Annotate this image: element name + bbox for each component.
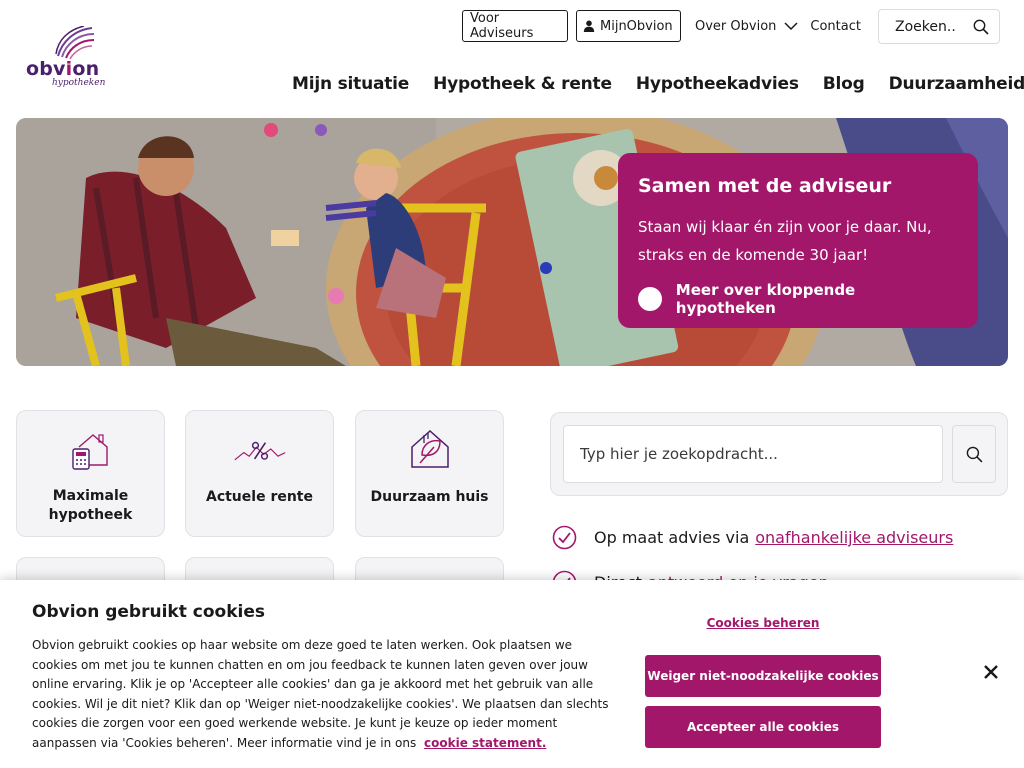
search-icon — [966, 446, 982, 462]
arrow-right-icon — [620, 155, 662, 311]
advisers-button[interactable]: Voor Adviseurs — [462, 10, 568, 42]
hero-title: Samen met de adviseur — [638, 175, 892, 197]
nav-blog[interactable]: Blog — [823, 74, 865, 94]
user-icon — [583, 20, 595, 32]
nav-duurzaamheid[interactable]: Duurzaamheid — [889, 74, 1024, 94]
obvion-logo[interactable]: obvion hypotheken — [26, 26, 116, 88]
house-calculator-icon — [71, 434, 108, 470]
cookie-title: Obvion gebruikt cookies — [32, 602, 265, 622]
sustainable-house-icon — [410, 429, 449, 468]
close-icon[interactable] — [983, 664, 999, 680]
site-search-block — [550, 412, 1008, 496]
logo-swirl-icon — [55, 26, 95, 60]
nav-hypotheekadvies[interactable]: Hypotheekadvies — [636, 74, 799, 94]
cookie-statement-link[interactable]: cookie statement. — [424, 736, 546, 750]
contact-link[interactable]: Contact — [810, 19, 861, 34]
cookies-manage-link[interactable]: Cookies beheren — [645, 616, 881, 630]
nav-mijn-situatie[interactable]: Mijn situatie — [292, 74, 409, 94]
site-search-input[interactable] — [563, 425, 943, 483]
cookie-text: Obvion gebruikt cookies op haar website … — [32, 638, 609, 750]
tile-label: Maximale hypotheek — [48, 488, 133, 523]
percent-chart-icon — [233, 441, 285, 461]
hero-card: Samen met de adviseur Staan wij klaar én… — [618, 153, 978, 328]
tile-duurzaam-huis[interactable]: Duurzaam huis — [355, 410, 504, 537]
cookie-text-block: Obvion gebruikt cookies op haar website … — [32, 636, 617, 753]
header-search[interactable]: Zoeken.. — [878, 9, 1000, 44]
tile-maximale-hypotheek[interactable]: Maximale hypotheek — [16, 410, 165, 537]
logo-subtitle: hypotheken — [52, 78, 106, 88]
check-circle-icon — [552, 525, 577, 550]
mijnobvion-label: MijnObvion — [600, 18, 673, 34]
reject-cookies-button[interactable]: Weiger niet-noodzakelijke cookies — [645, 655, 881, 697]
tile-actuele-rente[interactable]: Actuele rente — [185, 410, 334, 537]
cookie-banner: Obvion gebruikt cookies Obvion gebruikt … — [0, 580, 1024, 768]
main-navigation: Mijn situatie Hypotheek & rente Hypothee… — [292, 74, 1024, 94]
usp-text: Op maat advies via — [594, 528, 750, 547]
usp-item: Op maat advies via onafhankelijke advise… — [552, 525, 953, 550]
mijnobvion-button[interactable]: MijnObvion — [576, 10, 681, 42]
accept-cookies-button[interactable]: Accepteer alle cookies — [645, 706, 881, 748]
header-search-label: Zoeken.. — [895, 18, 956, 35]
search-icon — [973, 19, 989, 35]
tile-label: Duurzaam huis — [370, 489, 489, 505]
top-navigation: Voor Adviseurs MijnObvion Over Obvion Co… — [462, 10, 861, 42]
nav-hypotheek-rente[interactable]: Hypotheek & rente — [433, 74, 612, 94]
hero-banner: Samen met de adviseur Staan wij klaar én… — [16, 118, 1008, 366]
site-search-button[interactable] — [952, 425, 996, 483]
over-obvion-label: Over Obvion — [695, 18, 777, 34]
logo-wordmark: obvion — [26, 58, 100, 80]
over-obvion-menu[interactable]: Over Obvion — [695, 19, 798, 34]
tile-label: Actuele rente — [205, 489, 313, 505]
hero-cta-link[interactable]: Meer over kloppende hypotheken — [620, 155, 958, 317]
hero-cta-label: Meer over kloppende hypotheken — [675, 281, 856, 317]
usp-link[interactable]: onafhankelijke adviseurs — [755, 528, 953, 547]
hero-text: Staan wij klaar én zijn voor je daar. Nu… — [638, 218, 932, 264]
chevron-down-icon — [784, 22, 798, 31]
